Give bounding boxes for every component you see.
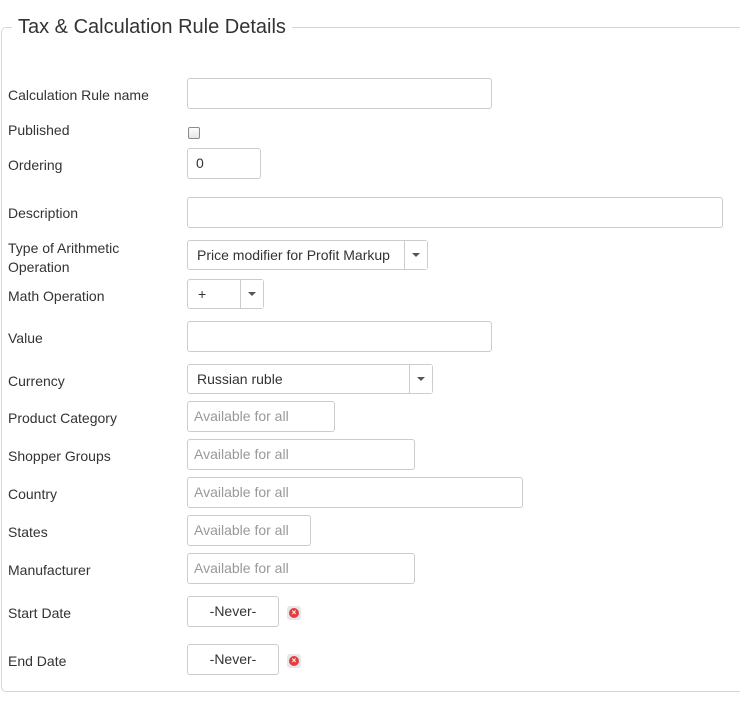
ordering-label: Ordering [8, 157, 63, 173]
country-input[interactable]: Available for all [187, 477, 523, 508]
arithmetic-type-label-line1: Type of Arithmetic [8, 240, 120, 256]
product-category-input[interactable]: Available for all [187, 401, 335, 432]
end-date-label: End Date [8, 653, 67, 669]
chevron-down-icon[interactable] [404, 241, 427, 269]
product-category-label: Product Category [8, 410, 117, 426]
manufacturer-label: Manufacturer [8, 562, 91, 578]
value-input[interactable] [187, 321, 492, 352]
currency-value: Russian ruble [197, 371, 283, 387]
start-date-button[interactable]: -Never- [187, 596, 279, 627]
arithmetic-type-value: Price modifier for Profit Markup [197, 247, 390, 263]
end-date-button[interactable]: -Never- [187, 644, 279, 675]
arithmetic-type-select[interactable]: Price modifier for Profit Markup [187, 240, 428, 270]
currency-select[interactable]: Russian ruble [187, 364, 433, 394]
manufacturer-input[interactable]: Available for all [187, 553, 415, 584]
clear-date-icon[interactable]: × [287, 606, 301, 620]
shopper-groups-input[interactable]: Available for all [187, 439, 415, 470]
shopper-groups-label: Shopper Groups [8, 448, 111, 464]
math-operation-select[interactable]: + [187, 279, 264, 309]
ordering-input[interactable]: 0 [187, 148, 261, 179]
rule-name-label: Calculation Rule name [8, 87, 149, 103]
country-label: Country [8, 486, 58, 502]
chevron-down-icon[interactable] [409, 365, 432, 393]
states-label: States [8, 524, 48, 540]
published-label: Published [8, 122, 70, 138]
states-input[interactable]: Available for all [187, 515, 311, 546]
arithmetic-type-label-line2: Operation [8, 259, 70, 275]
rule-name-input[interactable] [187, 78, 492, 109]
math-operation-value: + [198, 286, 207, 302]
section-title: Tax & Calculation Rule Details [12, 14, 292, 40]
math-operation-label: Math Operation [8, 288, 105, 304]
rule-details-fieldset [1, 27, 740, 692]
description-label: Description [8, 205, 79, 221]
start-date-label: Start Date [8, 605, 72, 621]
currency-label: Currency [8, 373, 65, 389]
value-label: Value [8, 330, 43, 346]
clear-date-icon[interactable]: × [287, 654, 301, 668]
chevron-down-icon[interactable] [240, 280, 263, 308]
description-input[interactable] [187, 197, 723, 228]
published-checkbox[interactable] [188, 127, 200, 139]
